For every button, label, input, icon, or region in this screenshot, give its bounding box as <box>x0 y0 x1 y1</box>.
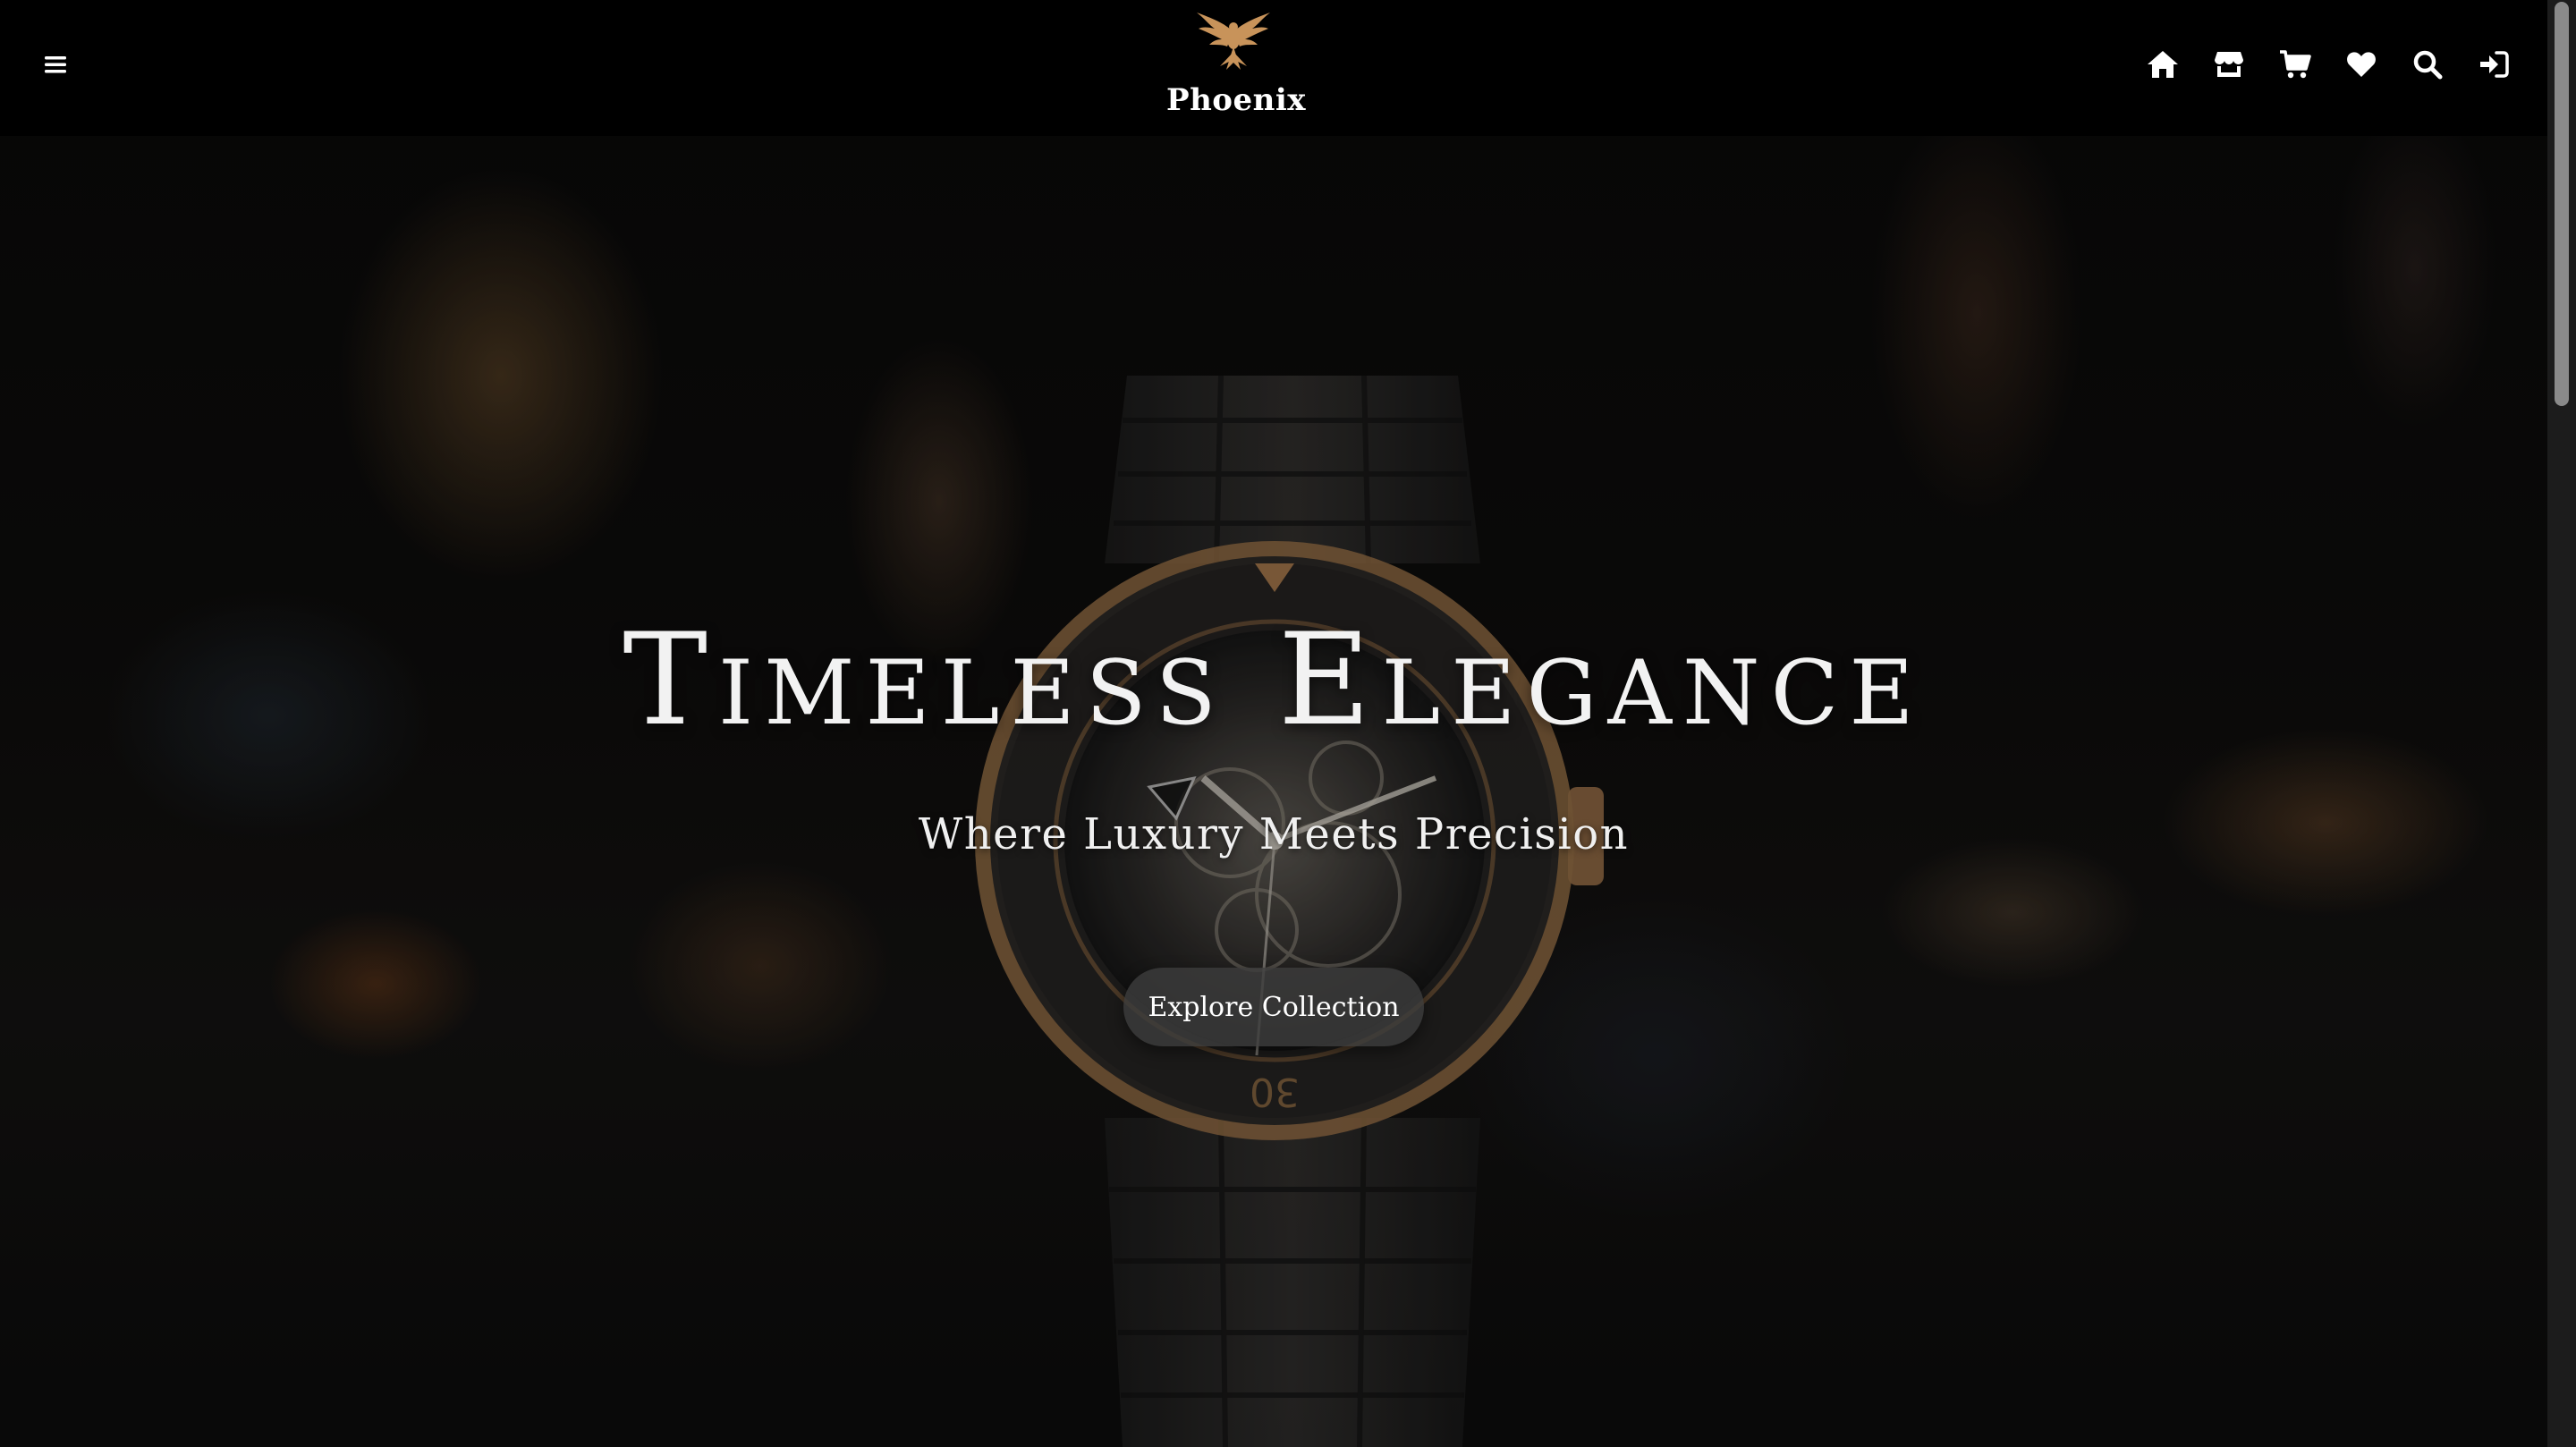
brand-name: Phoenix <box>1166 82 1307 118</box>
brand-home-link[interactable]: Phoenix <box>1166 9 1307 125</box>
phoenix-logo-icon <box>1197 13 1270 70</box>
page-scrollbar[interactable] <box>2547 0 2576 1447</box>
hero-title: Timeless Elegance <box>623 606 1925 754</box>
home-icon[interactable] <box>2143 45 2182 84</box>
cart-icon[interactable] <box>2275 45 2315 84</box>
hero-section: Timeless Elegance Where Luxury Meets Pre… <box>0 0 2547 1447</box>
header-nav-icons <box>2116 45 2513 84</box>
top-navigation-bar: Phoenix <box>0 0 2547 136</box>
search-icon[interactable] <box>2408 45 2447 84</box>
heart-icon[interactable] <box>2342 45 2381 84</box>
sign-in-icon[interactable] <box>2474 45 2513 84</box>
scrollbar-thumb[interactable] <box>2555 2 2569 406</box>
hero-subtitle: Where Luxury Meets Precision <box>918 809 1630 859</box>
page: 30 Timeless Elegance Where Luxury Meets … <box>0 0 2576 1447</box>
store-icon[interactable] <box>2209 45 2249 84</box>
explore-collection-button[interactable]: Explore Collection <box>1123 968 1424 1046</box>
hamburger-menu-icon[interactable] <box>39 47 72 82</box>
